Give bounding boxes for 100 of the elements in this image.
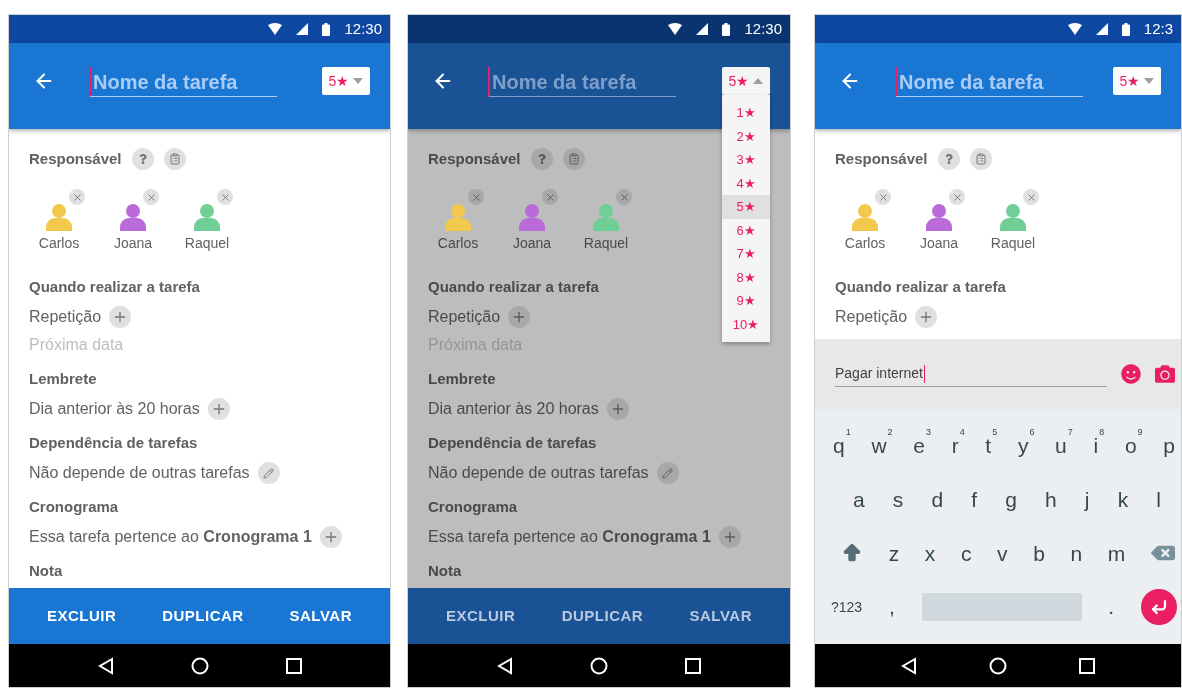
add-button[interactable] <box>508 306 531 328</box>
help-button[interactable] <box>131 148 154 170</box>
back-nav-icon[interactable] <box>97 656 114 675</box>
keyboard-key[interactable]: g <box>1005 483 1017 516</box>
row-text: Não depende de outras tarefas <box>29 463 250 483</box>
remove-button[interactable] <box>69 189 85 205</box>
section-title: Cronograma <box>29 497 119 517</box>
action-button[interactable]: DUPLICAR <box>162 604 244 628</box>
add-button[interactable] <box>207 398 230 420</box>
keyboard-key[interactable]: z <box>888 537 900 570</box>
help-button[interactable] <box>530 148 553 170</box>
priority-select[interactable]: 5★ <box>322 67 370 95</box>
keyboard-key[interactable]: ?123 <box>831 596 863 618</box>
row-text: Dia anterior às 20 horas <box>29 399 200 419</box>
priority-option[interactable]: 8★ <box>722 265 770 289</box>
task-name-field[interactable]: Nome da tarefa <box>89 67 277 97</box>
add-button[interactable] <box>109 306 132 328</box>
section-title: Lembrete <box>29 369 97 389</box>
home-nav-icon[interactable] <box>190 656 209 675</box>
pencil-icon <box>263 467 275 479</box>
task-name-field[interactable]: Nome da tarefa <box>488 67 676 97</box>
action-button[interactable]: EXCLUIR <box>446 604 516 628</box>
keyboard-key[interactable]: p <box>1163 430 1175 462</box>
remove-button[interactable] <box>217 189 233 205</box>
clipboard-button[interactable] <box>163 148 186 170</box>
priority-option[interactable]: 3★ <box>722 148 770 172</box>
home-nav-icon[interactable] <box>989 656 1007 675</box>
keyboard-key[interactable]: y 6 <box>1017 430 1035 462</box>
close-icon <box>618 191 630 203</box>
remove-button[interactable] <box>1023 189 1039 205</box>
add-button[interactable] <box>319 526 342 548</box>
add-button[interactable] <box>718 526 741 548</box>
priority-option[interactable]: 10★ <box>722 312 770 336</box>
enter-key[interactable] <box>1140 589 1177 626</box>
priority-option[interactable]: 4★ <box>722 171 770 195</box>
clipboard-button[interactable] <box>562 148 585 170</box>
keyboard-key[interactable]: a <box>853 483 865 516</box>
keyboard-key[interactable]: f <box>971 483 978 516</box>
section-title: Nota <box>428 561 462 581</box>
add-button[interactable] <box>606 398 629 420</box>
keyboard-key[interactable]: b <box>1033 537 1045 570</box>
close-icon <box>544 191 556 203</box>
emoji-button[interactable] <box>1121 364 1141 384</box>
back-nav-icon[interactable] <box>496 656 513 675</box>
keyboard-key[interactable]: , <box>888 591 895 623</box>
keyboard-key[interactable]: h <box>1045 483 1057 516</box>
recents-nav-icon[interactable] <box>685 657 702 674</box>
keyboard-key[interactable]: q 1 <box>833 430 851 462</box>
keyboard-key[interactable]: c <box>960 537 972 570</box>
camera-button[interactable] <box>1155 364 1175 384</box>
remove-button[interactable] <box>875 189 891 205</box>
keyboard-key[interactable]: x <box>924 537 936 570</box>
keyboard-key[interactable]: d <box>931 483 944 516</box>
add-button[interactable] <box>915 306 938 328</box>
keyboard-key[interactable]: m <box>1107 537 1126 570</box>
remove-button[interactable] <box>542 189 558 205</box>
priority-select[interactable]: 5★ <box>1113 67 1161 95</box>
edit-button[interactable] <box>257 462 280 484</box>
home-nav-icon[interactable] <box>590 656 608 675</box>
keyboard-key[interactable]: i 8 <box>1093 430 1105 462</box>
keyboard-key[interactable]: . <box>1108 591 1115 623</box>
clipboard-button[interactable] <box>969 148 992 170</box>
clipboard-icon <box>168 153 181 165</box>
edit-button[interactable] <box>656 462 679 484</box>
priority-option[interactable]: 2★ <box>722 124 770 148</box>
help-button[interactable] <box>937 148 960 170</box>
keyboard-key[interactable]: o 9 <box>1124 430 1143 462</box>
action-button[interactable]: SALVAR <box>689 604 752 628</box>
keyboard-key[interactable]: e 3 <box>913 430 931 462</box>
action-button[interactable]: EXCLUIR <box>47 604 117 628</box>
priority-option[interactable]: 9★ <box>722 289 770 313</box>
back-nav-icon[interactable] <box>901 656 917 675</box>
priority-option[interactable]: 7★ <box>722 242 770 266</box>
keyboard-key[interactable]: l <box>1156 483 1161 516</box>
priority-select[interactable]: 5★ <box>722 67 770 95</box>
recents-nav-icon[interactable] <box>1079 657 1095 674</box>
remove-button[interactable] <box>949 189 965 205</box>
close-icon <box>470 191 482 203</box>
close-icon <box>145 191 157 203</box>
close-icon <box>951 191 963 203</box>
action-button[interactable]: SALVAR <box>289 604 352 628</box>
keyboard-key[interactable]: n <box>1070 537 1083 570</box>
remove-button[interactable] <box>468 189 484 205</box>
message-field[interactable]: Pagar internet <box>835 361 1107 387</box>
keyboard-key[interactable]: v <box>997 537 1008 570</box>
keyboard-key[interactable]: t 5 <box>985 430 998 462</box>
keyboard-key[interactable]: k <box>1117 483 1129 516</box>
keyboard-key[interactable]: u 7 <box>1055 430 1073 462</box>
keyboard-key[interactable]: w 2 <box>871 430 893 462</box>
enter-icon <box>1149 598 1168 617</box>
action-button[interactable]: DUPLICAR <box>561 604 644 628</box>
priority-option[interactable]: 1★ <box>722 101 770 125</box>
remove-button[interactable] <box>143 189 159 205</box>
task-name-field[interactable]: Nome da tarefa <box>895 67 1083 97</box>
recents-nav-icon[interactable] <box>285 657 302 674</box>
remove-button[interactable] <box>616 189 632 205</box>
priority-option[interactable]: 6★ <box>722 218 770 242</box>
keyboard-key[interactable]: r 4 <box>951 430 965 462</box>
keyboard-key[interactable]: j <box>1084 483 1090 516</box>
keyboard-key[interactable]: s <box>892 483 904 516</box>
